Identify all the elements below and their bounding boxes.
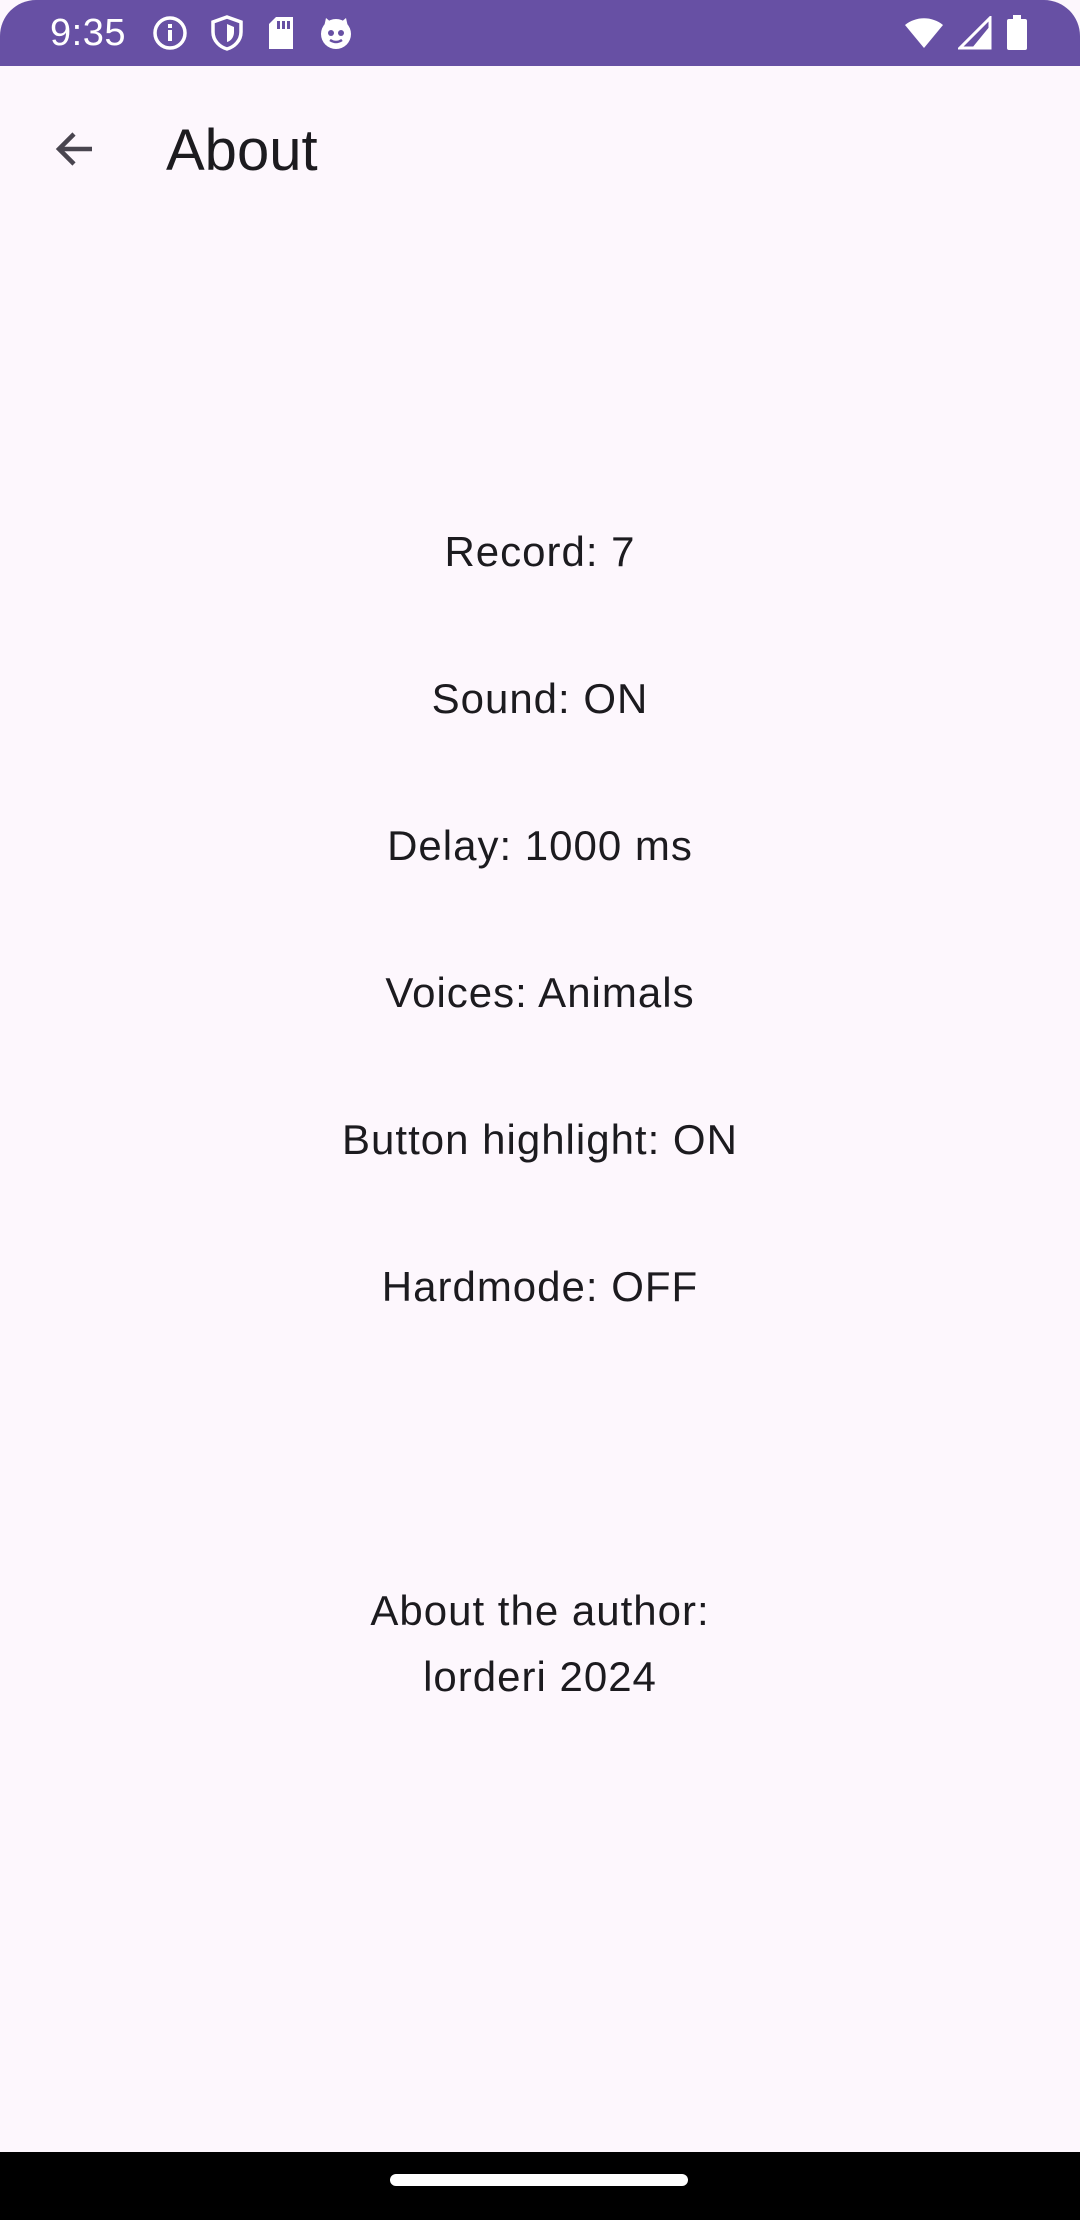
status-notification-icons [152, 15, 354, 51]
cellular-signal-icon [958, 16, 992, 50]
about-screen: 9:35 About Record: 7 Sound: ON Delay: 10… [0, 0, 1080, 2220]
battery-icon [1006, 15, 1028, 51]
sound-text: Sound: ON [431, 675, 649, 722]
author-name: lorderi 2024 [423, 1653, 657, 1700]
top-app-bar: About [0, 66, 1080, 242]
record-text: Record: 7 [444, 528, 636, 575]
wifi-icon [904, 16, 944, 50]
status-time: 9:35 [50, 12, 126, 54]
hardmode-text: Hardmode: OFF [381, 1263, 699, 1310]
author-section: About the author: lorderi 2024 [0, 1578, 1080, 1710]
author-heading: About the author: [370, 1587, 710, 1634]
back-button[interactable] [30, 106, 120, 196]
info-icon [152, 15, 188, 51]
navigation-bar [0, 2152, 1080, 2220]
button-highlight-text: Button highlight: ON [342, 1116, 738, 1163]
status-system-icons [904, 15, 1028, 51]
cat-face-icon [318, 15, 354, 51]
delay-text: Delay: 1000 ms [387, 822, 693, 869]
status-bar: 9:35 [0, 0, 1080, 66]
shield-icon [210, 15, 244, 51]
home-handle[interactable] [390, 2174, 688, 2186]
arrow-back-icon [50, 124, 100, 179]
sd-card-icon [266, 15, 296, 51]
voices-text: Voices: Animals [385, 969, 695, 1016]
page-title: About [166, 118, 318, 183]
